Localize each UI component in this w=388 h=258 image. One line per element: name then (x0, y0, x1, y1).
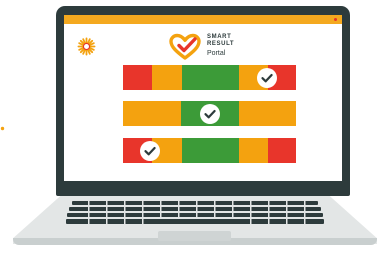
sunburst-icon (77, 37, 96, 56)
heart-check-logo-icon (169, 33, 201, 60)
side-dot-icon (0, 126, 5, 131)
bar-segment-orange (123, 101, 181, 126)
brand-line-smart: SMART (207, 34, 232, 40)
laptop-illustration: SMART RESULT Portal (0, 0, 388, 258)
bar-segment-orange (239, 138, 268, 163)
check-circle-icon (257, 67, 277, 88)
bar-segment-orange (152, 65, 182, 90)
check-circle-icon (200, 103, 220, 124)
window-title-strip (64, 15, 342, 24)
bar-segment-orange (239, 101, 296, 126)
bar-segment-green (182, 65, 239, 90)
bar-segment-red (268, 138, 296, 163)
laptop-screen: SMART RESULT Portal (64, 15, 342, 181)
result-bar-2 (123, 101, 296, 126)
bar-segment-green (182, 138, 239, 163)
brand-line-result: RESULT (207, 41, 235, 47)
brand-header: SMART RESULT Portal (168, 33, 234, 63)
bar-segment-red (123, 65, 152, 90)
brand-text: SMART RESULT Portal (207, 34, 234, 58)
window-dot-icon (334, 18, 337, 21)
result-bar-3 (123, 138, 296, 163)
brand-line-portal: Portal (207, 50, 226, 57)
result-bar-1 (123, 65, 296, 90)
touchpad (158, 231, 231, 241)
keyboard (66, 201, 324, 225)
check-circle-icon (140, 140, 160, 161)
